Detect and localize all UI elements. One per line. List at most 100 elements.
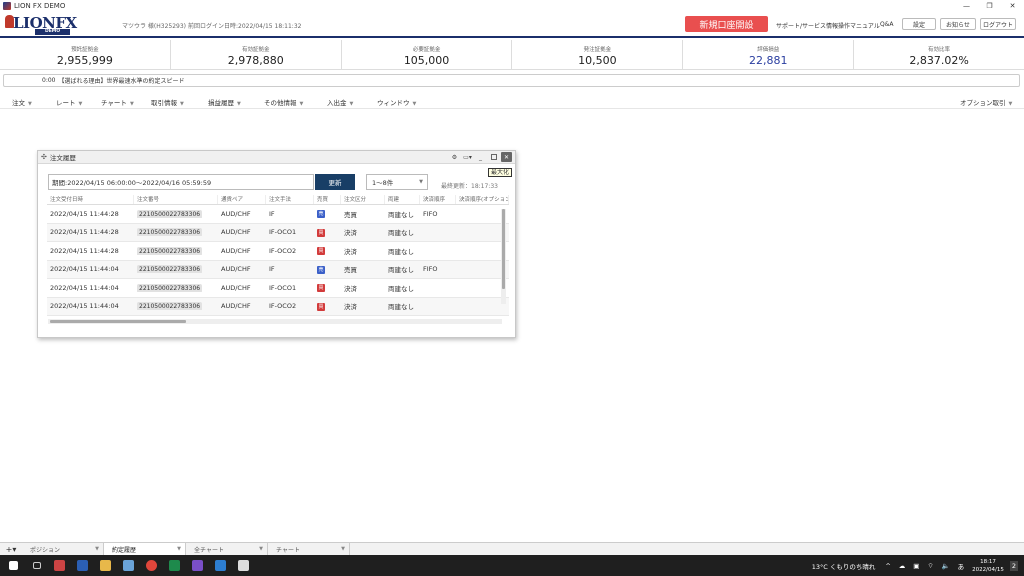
move-icon[interactable]: ✣ xyxy=(41,153,47,161)
update-button[interactable]: 更新 xyxy=(315,174,355,190)
table-row[interactable]: 2022/04/15 11:44:28 2210500022783306 AUD/C… xyxy=(47,242,509,261)
menu-window[interactable]: ウィンドウ ▼ xyxy=(377,97,416,107)
horizontal-scrollbar[interactable] xyxy=(48,319,502,324)
logout-button[interactable]: ログアウト xyxy=(980,18,1016,30)
col-side[interactable]: 売買 xyxy=(314,195,341,204)
col-order-no[interactable]: 注文番号 xyxy=(134,195,218,204)
menu-option-trade[interactable]: オプション取引 ▼ xyxy=(960,97,1012,107)
gear-icon[interactable]: ⚙ xyxy=(449,152,460,162)
table-row[interactable]: 2022/04/15 11:44:28 2210500022783306 AUD/C… xyxy=(47,223,509,242)
vertical-scrollbar[interactable] xyxy=(501,209,506,304)
restore-button[interactable]: ❐ xyxy=(978,0,1001,12)
lionfx-taskbar-icon[interactable] xyxy=(234,556,253,575)
lionfx-logo: LIONFX DEMO xyxy=(5,14,85,36)
cell-method: IF-OCO1 xyxy=(269,228,297,237)
add-tab-icon[interactable]: +▾ xyxy=(0,545,22,554)
cell-hedge: 両建なし xyxy=(388,247,414,256)
user-name: マツウラ 様(H325293) xyxy=(122,23,187,30)
col-hedge[interactable]: 両建 xyxy=(385,195,420,204)
chevron-down-icon: ▼ xyxy=(1008,101,1013,107)
cell-type: 決済 xyxy=(344,229,357,238)
windows-taskbar: 13°C くもりのち晴れ ^ ☁ ▣ ⌔ 🔈 あ 18:17 2022/04/1… xyxy=(0,555,1024,576)
col-method[interactable]: 注文手法 xyxy=(266,195,314,204)
tab-chart[interactable]: チャート ▼ xyxy=(268,542,350,556)
app-icon[interactable] xyxy=(188,556,207,575)
tab-position[interactable]: ポジション ▼ xyxy=(22,542,104,556)
chevron-down-icon: ▼ xyxy=(259,546,263,552)
chrome-icon[interactable] xyxy=(142,556,161,575)
close-button[interactable]: ✕ xyxy=(1001,0,1024,12)
news-ticker[interactable]: 0:00 【選ばれる理由】世界最速水準の約定スピード xyxy=(3,74,1020,87)
cell-pair: AUD/CHF xyxy=(221,246,251,255)
table-row[interactable]: 2022/04/15 11:44:04 2210500022783306 AUD/C… xyxy=(47,260,509,279)
col-datetime[interactable]: 注文受付日時 xyxy=(47,195,134,204)
menu-rate[interactable]: レート ▼ xyxy=(56,97,82,107)
table-row[interactable]: 2022/04/15 11:44:04 2210500022783306 AUD/C… xyxy=(47,279,509,298)
notice-button[interactable]: お知らせ xyxy=(940,18,976,30)
last-updated: 最終更新：18:17:33 xyxy=(441,183,498,190)
menu-other-info[interactable]: その他情報 ▼ xyxy=(264,97,303,107)
spreadsheet-icon[interactable] xyxy=(165,556,184,575)
close-icon[interactable]: ✕ xyxy=(501,152,512,162)
menu-order[interactable]: 注文 ▼ xyxy=(12,97,32,107)
menu-trade-info[interactable]: 取引情報 ▼ xyxy=(151,97,184,107)
notification-icon[interactable]: 2 xyxy=(1009,560,1018,571)
volume-icon[interactable]: 🔈 xyxy=(942,562,950,570)
col-settle[interactable]: 決済順序 xyxy=(420,195,456,204)
summary-value: 2,837.02% xyxy=(909,54,969,67)
cell-hedge: 両建なし xyxy=(388,266,414,275)
col-settle-option[interactable]: 決済順序(オプション xyxy=(456,195,509,204)
chevron-down-icon: ▼ xyxy=(95,546,99,552)
tray-chevron-icon[interactable]: ^ xyxy=(885,562,890,570)
table-row[interactable]: 2022/04/15 11:44:04 2210500022783306 AUD/C… xyxy=(47,297,509,316)
window-title: LION FX DEMO xyxy=(14,2,66,10)
side-badge: 買 xyxy=(317,247,325,256)
cell-settle: FIFO xyxy=(423,265,438,274)
app-tray-icon[interactable]: ▣ xyxy=(913,562,919,570)
side-badge: 買 xyxy=(317,302,325,311)
chevron-down-icon: ▼ xyxy=(177,546,181,552)
maximize-tooltip: 最大化 xyxy=(488,168,513,177)
count-select[interactable]: 1〜8件 ▼ xyxy=(366,174,428,190)
cell-hedge: 両建なし xyxy=(388,303,414,312)
settings-button[interactable]: 設定 xyxy=(902,18,936,30)
period-field[interactable]: 期間:2022/04/15 06:00:00〜2022/04/16 05:59:… xyxy=(48,174,314,190)
maximize-icon[interactable] xyxy=(488,152,499,162)
minimize-button[interactable]: — xyxy=(955,0,978,12)
clock-date: 2022/04/15 xyxy=(972,566,1004,573)
ime-icon[interactable]: あ xyxy=(958,561,965,571)
new-account-button[interactable]: 新規口座開設 xyxy=(685,16,768,32)
chevron-down-icon: ▼ xyxy=(237,101,241,107)
clock[interactable]: 18:17 2022/04/15 xyxy=(972,558,1004,574)
tab-execution-history[interactable]: 約定履歴 ▼ xyxy=(104,542,186,556)
cloud-icon[interactable]: ☁ xyxy=(899,562,906,570)
cell-type: 決済 xyxy=(344,303,357,312)
system-tray: 13°C くもりのち晴れ ^ ☁ ▣ ⌔ 🔈 あ 18:17 2022/04/1… xyxy=(812,555,1024,576)
app-icon[interactable] xyxy=(211,556,230,575)
task-view-icon[interactable] xyxy=(27,556,46,575)
col-pair[interactable]: 通貨ペア xyxy=(218,195,266,204)
panel-header[interactable]: ✣ 注文履歴 ⚙ ▭▾ _ ✕ xyxy=(38,151,515,164)
qa-link[interactable]: Q&A xyxy=(880,21,894,28)
account-summary: 預託証拠金 2,955,999 有効証拠金 2,978,880 必要証拠金 10… xyxy=(0,40,1024,70)
menu-pl-history[interactable]: 損益履歴 ▼ xyxy=(208,97,241,107)
manual-link[interactable]: 操作マニュアル xyxy=(838,21,880,30)
layout-menu-icon[interactable]: ▭▾ xyxy=(462,152,473,162)
windows-start-icon[interactable] xyxy=(4,556,23,575)
menu-chart[interactable]: チャート ▼ xyxy=(101,97,134,107)
app-icon[interactable] xyxy=(119,556,138,575)
cell-method: IF xyxy=(269,265,275,274)
word-icon[interactable] xyxy=(73,556,92,575)
minimize-icon[interactable]: _ xyxy=(475,152,486,162)
app-icon[interactable] xyxy=(50,556,69,575)
summary-unrealized-pl: 評価損益 22,881 xyxy=(683,40,855,69)
menu-deposit[interactable]: 入出金 ▼ xyxy=(327,97,353,107)
file-explorer-icon[interactable] xyxy=(96,556,115,575)
main-menu: 注文 ▼ レート ▼ チャート ▼ 取引情報 ▼ 損益履歴 ▼ その他情報 ▼ 入出金 ▼ ウ… xyxy=(0,95,1024,109)
tab-all-chart[interactable]: 全チャート ▼ xyxy=(186,542,268,556)
table-row[interactable]: 2022/04/15 11:44:28 2210500022783306 AUD/C… xyxy=(47,205,509,224)
col-type[interactable]: 注文区分 xyxy=(341,195,385,204)
support-link[interactable]: サポート/サービス情報 xyxy=(776,21,838,30)
weather-widget[interactable]: 13°C くもりのち晴れ xyxy=(812,561,876,571)
network-icon[interactable]: ⌔ xyxy=(927,561,933,570)
